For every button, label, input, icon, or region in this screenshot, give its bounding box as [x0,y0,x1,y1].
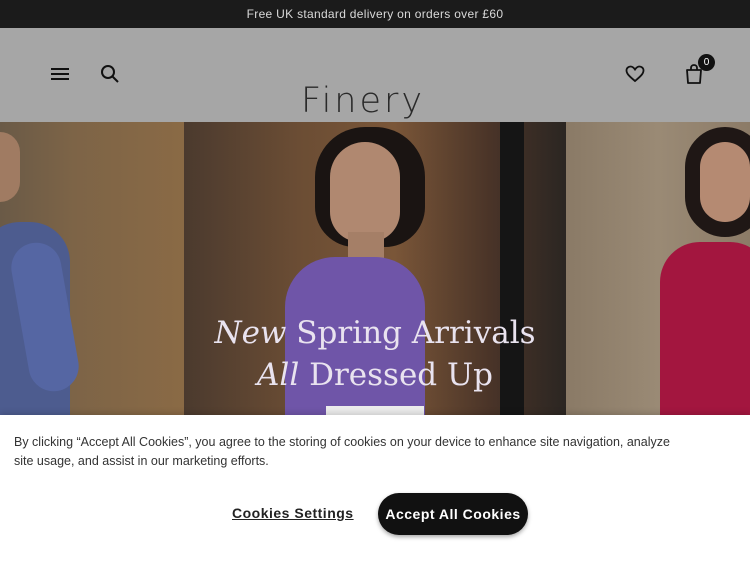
hero-title-line2: All Dressed Up [0,357,750,393]
model-right-face [700,142,750,222]
menu-button[interactable] [49,63,71,85]
hero-banner[interactable]: New Spring Arrivals All Dressed Up [0,122,750,415]
cookie-consent-text: By clicking “Accept All Cookies”, you ag… [14,435,670,468]
cookie-consent-banner: By clicking “Accept All Cookies”, you ag… [0,415,750,563]
hero-title-line2-italic: All [257,357,300,393]
promo-bar: Free UK standard delivery on orders over… [0,0,750,28]
model-center-face [330,142,400,242]
hamburger-menu-icon [51,68,69,80]
search-button[interactable] [99,63,121,85]
hero-title-line1: New Spring Arrivals [0,315,750,351]
accept-all-cookies-button[interactable]: Accept All Cookies [378,493,528,535]
bag-count-badge: 0 [698,54,715,71]
hero-title-line1-italic: New [214,315,287,351]
site-logo[interactable]: Finery [301,79,431,123]
heart-icon [625,65,645,83]
model-left-head [0,132,20,202]
cookies-settings-link[interactable]: Cookies Settings [232,505,354,521]
search-icon [101,65,119,83]
site-header: Finery [0,28,750,122]
hero-title-line1-rest: Spring Arrivals [286,315,536,351]
hero-title-line2-rest: Dressed Up [299,357,493,393]
hero-shop-button[interactable] [326,406,424,415]
wishlist-button[interactable] [624,63,646,85]
promo-text: Free UK standard delivery on orders over… [246,7,504,21]
